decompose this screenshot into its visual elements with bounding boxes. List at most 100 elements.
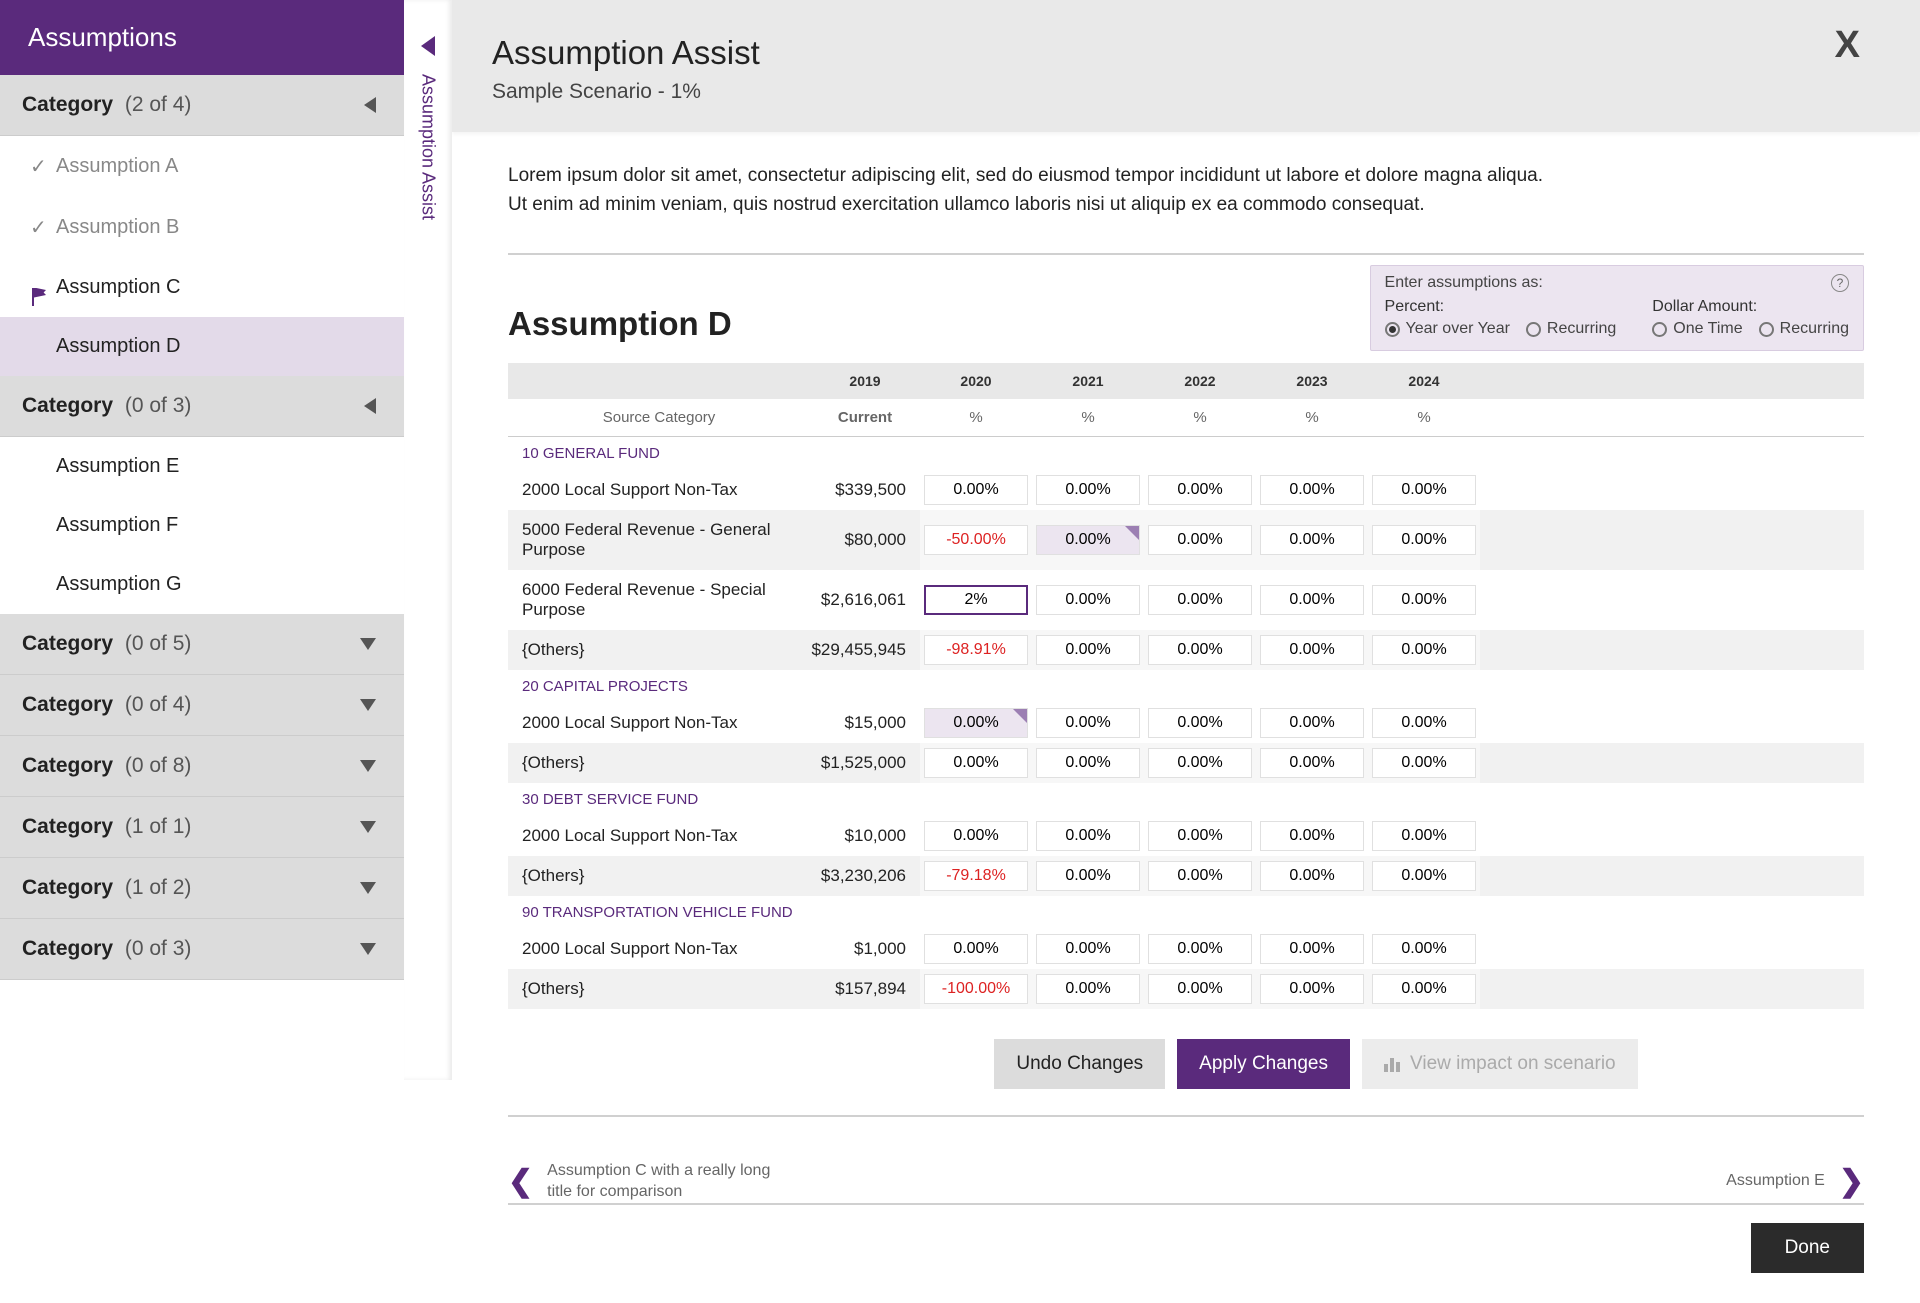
cell-input[interactable]: 0.00% <box>1148 475 1252 505</box>
amount-label: Dollar Amount: <box>1652 298 1849 316</box>
done-button[interactable]: Done <box>1751 1223 1864 1273</box>
cell-input[interactable]: 0.00% <box>1036 974 1140 1004</box>
cell-input[interactable]: 0.00% <box>1260 821 1364 851</box>
sidebar-item[interactable]: Assumption C <box>0 258 404 317</box>
cell-input[interactable]: 0.00% <box>1372 974 1476 1004</box>
cell-input[interactable]: 0.00% <box>1372 635 1476 665</box>
cell-input[interactable]: 0.00% <box>924 475 1028 505</box>
cell-input[interactable]: -79.18% <box>924 861 1028 891</box>
sidebar-item[interactable]: Assumption D <box>0 317 404 376</box>
category-header[interactable]: Category (0 of 4) <box>0 675 404 736</box>
divider <box>508 253 1864 255</box>
main: Assumption Assist Sample Scenario - 1% X… <box>452 0 1920 1080</box>
sidebar-item-label: Assumption A <box>56 155 178 178</box>
cell-input[interactable]: 0.00% <box>1260 974 1364 1004</box>
chevron-down-icon <box>360 882 376 894</box>
cell-input[interactable]: 0.00% <box>1260 708 1364 738</box>
cell-input[interactable]: 0.00% <box>1260 748 1364 778</box>
description-line-2: Ut enim ad minim veniam, quis nostrud ex… <box>508 194 1425 215</box>
row-current: $80,000 <box>810 510 920 570</box>
cell-input[interactable]: -50.00% <box>924 525 1028 555</box>
table-row: 2000 Local Support Non-Tax$10,0000.00%0.… <box>508 816 1864 856</box>
cell-input[interactable]: 0.00% <box>1036 748 1140 778</box>
table-row: {Others}$3,230,206-79.18%0.00%0.00%0.00%… <box>508 856 1864 896</box>
view-impact-label: View impact on scenario <box>1410 1053 1616 1075</box>
sidebar-item[interactable]: ✓Assumption A <box>0 136 404 197</box>
cell-input[interactable]: 2% <box>924 585 1028 615</box>
cell-input[interactable]: 0.00% <box>1260 934 1364 964</box>
undo-button[interactable]: Undo Changes <box>994 1039 1165 1089</box>
cell-input[interactable]: 0.00% <box>924 934 1028 964</box>
chevron-left-icon: ❮ <box>508 1164 533 1199</box>
cell-input[interactable]: 0.00% <box>1148 708 1252 738</box>
sidebar-item-label: Assumption F <box>56 514 178 537</box>
cell-input[interactable]: 0.00% <box>1148 861 1252 891</box>
sidebar-item[interactable]: Assumption E <box>0 437 404 496</box>
cell-input[interactable]: 0.00% <box>1372 861 1476 891</box>
cell-input[interactable]: 0.00% <box>924 748 1028 778</box>
cell-input[interactable]: 0.00% <box>1036 585 1140 615</box>
radio-percent[interactable]: Recurring <box>1526 320 1616 338</box>
divider <box>508 1203 1864 1205</box>
radio-amount[interactable]: One Time <box>1652 320 1742 338</box>
category-header[interactable]: Category (0 of 8) <box>0 736 404 797</box>
cell-input[interactable]: 0.00% <box>1148 974 1252 1004</box>
pager-next[interactable]: Assumption E ❯ <box>1726 1164 1864 1199</box>
row-source: {Others} <box>508 743 810 783</box>
category-header[interactable]: Category (0 of 3) <box>0 919 404 980</box>
cell-input[interactable]: 0.00% <box>1372 525 1476 555</box>
cell-input[interactable]: 0.00% <box>1372 934 1476 964</box>
radio-percent[interactable]: Year over Year <box>1385 320 1510 338</box>
cell-input[interactable]: 0.00% <box>1148 934 1252 964</box>
sidebar-item-label: Assumption D <box>56 335 181 358</box>
cell-input[interactable]: 0.00% <box>1260 635 1364 665</box>
help-icon[interactable]: ? <box>1831 274 1849 292</box>
cell-input[interactable]: 0.00% <box>1148 525 1252 555</box>
cell-input[interactable]: 0.00% <box>1148 748 1252 778</box>
chevron-left-icon <box>364 97 376 113</box>
table-row: 6000 Federal Revenue - Special Purpose$2… <box>508 570 1864 630</box>
sidebar-item-label: Assumption C <box>56 276 181 299</box>
cell-input[interactable]: 0.00% <box>924 708 1028 738</box>
pager-prev[interactable]: ❮ Assumption C with a really long title … <box>508 1161 787 1203</box>
cell-input[interactable]: 0.00% <box>1372 585 1476 615</box>
cell-input[interactable]: 0.00% <box>1036 635 1140 665</box>
cell-input[interactable]: 0.00% <box>1372 821 1476 851</box>
chevron-down-icon <box>360 821 376 833</box>
cell-input[interactable]: 0.00% <box>1036 821 1140 851</box>
cell-input[interactable]: 0.00% <box>1036 861 1140 891</box>
category-header[interactable]: Category (0 of 3) <box>0 376 404 437</box>
row-source: 6000 Federal Revenue - Special Purpose <box>508 570 810 630</box>
cell-input[interactable]: 0.00% <box>1036 934 1140 964</box>
cell-input[interactable]: 0.00% <box>1036 525 1140 555</box>
apply-button[interactable]: Apply Changes <box>1177 1039 1350 1089</box>
cell-input[interactable]: 0.00% <box>1148 821 1252 851</box>
cell-input[interactable]: -100.00% <box>924 974 1028 1004</box>
table-row: {Others}$29,455,945-98.91%0.00%0.00%0.00… <box>508 630 1864 670</box>
cell-input[interactable]: 0.00% <box>1036 475 1140 505</box>
category-header[interactable]: Category (0 of 5) <box>0 614 404 675</box>
sidebar-item[interactable]: ✓Assumption B <box>0 197 404 258</box>
category-header[interactable]: Category (1 of 2) <box>0 858 404 919</box>
sidebar-item[interactable]: Assumption F <box>0 496 404 555</box>
cell-input[interactable]: 0.00% <box>1148 585 1252 615</box>
category-header[interactable]: Category (2 of 4) <box>0 75 404 136</box>
cell-input[interactable]: 0.00% <box>1372 748 1476 778</box>
collapse-triangle-icon <box>421 36 435 56</box>
cell-input[interactable]: 0.00% <box>1036 708 1140 738</box>
cell-input[interactable]: 0.00% <box>1260 475 1364 505</box>
cell-input[interactable]: -98.91% <box>924 635 1028 665</box>
sidebar-item[interactable]: Assumption G <box>0 555 404 614</box>
category-header[interactable]: Category (1 of 1) <box>0 797 404 858</box>
cell-input[interactable]: 0.00% <box>1260 585 1364 615</box>
cell-input[interactable]: 0.00% <box>1260 861 1364 891</box>
cell-input[interactable]: 0.00% <box>1372 475 1476 505</box>
row-source: {Others} <box>508 969 810 1009</box>
radio-amount[interactable]: Recurring <box>1759 320 1849 338</box>
collapse-tab[interactable]: Assumption Assist <box>404 0 452 1080</box>
cell-input[interactable]: 0.00% <box>924 821 1028 851</box>
close-button[interactable]: X <box>1835 24 1860 67</box>
cell-input[interactable]: 0.00% <box>1148 635 1252 665</box>
cell-input[interactable]: 0.00% <box>1260 525 1364 555</box>
cell-input[interactable]: 0.00% <box>1372 708 1476 738</box>
